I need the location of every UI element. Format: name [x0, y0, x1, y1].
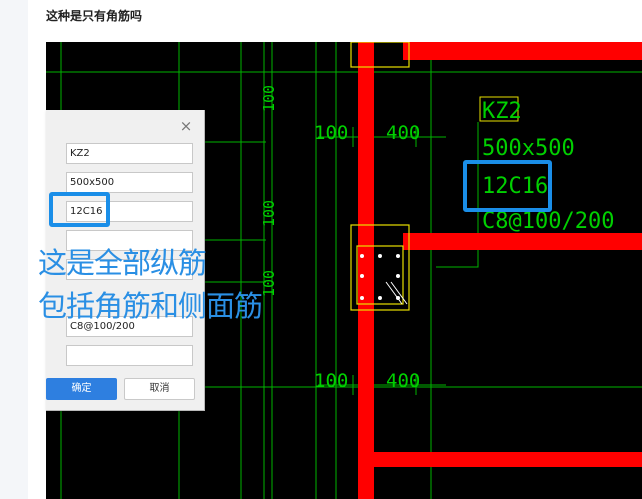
- question-title: 这种是只有角筋吗: [46, 9, 143, 23]
- highlight-dialog-rebar: [49, 192, 110, 227]
- highlight-drawing-rebar: [463, 160, 552, 212]
- dim-vertical-100-a: 100: [260, 85, 278, 112]
- field-7[interactable]: [66, 345, 193, 366]
- name-field[interactable]: [66, 143, 193, 164]
- cancel-button[interactable]: 取消: [124, 378, 195, 400]
- column-name-label: KZ2: [482, 99, 522, 124]
- column-stirrup-label: C8@100/200: [482, 209, 614, 234]
- dim-vertical-100-c: 100: [260, 270, 278, 297]
- annotation-line-1: 这是全部纵筋: [38, 246, 207, 280]
- size-field[interactable]: [66, 172, 193, 193]
- dim-400-lower: 400: [386, 370, 420, 392]
- dim-100-upper: 100: [314, 122, 348, 144]
- dim-400-upper: 400: [386, 122, 420, 144]
- close-icon[interactable]: ×: [179, 119, 193, 134]
- column-size-label: 500x500: [482, 136, 575, 161]
- dim-vertical-100-b: 100: [260, 200, 278, 227]
- dim-100-lower: 100: [314, 370, 348, 392]
- ok-button[interactable]: 确定: [46, 378, 117, 400]
- annotation-line-2: 包括角筋和侧面筋: [38, 289, 263, 323]
